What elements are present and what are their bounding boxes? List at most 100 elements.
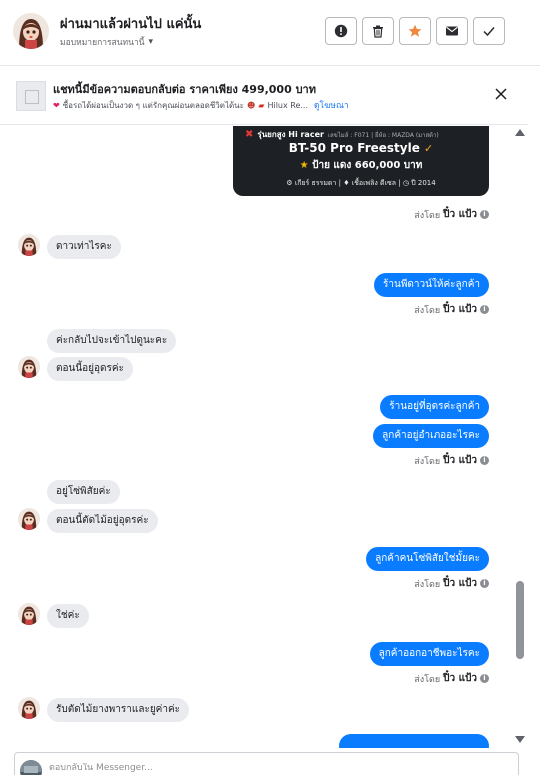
message-incoming[interactable]: รับตัดไม้ยางพาราและยูค่าค่ะ (47, 697, 190, 722)
message-incoming[interactable]: ดาวเท่าไรคะ (47, 234, 121, 259)
message-text: ใช่ค่ะ (47, 604, 89, 628)
sender-label: ส่งโดย (414, 456, 441, 467)
sender-info: ส่งโดย ปิ๋ว แป้ว i (414, 302, 489, 317)
car-model: BT-50 Pro Freestyle ✓ (233, 141, 489, 155)
sender-name: ปิ๋ว แป้ว (443, 209, 477, 220)
info-icon[interactable]: i (480, 579, 489, 588)
chat-scrollbar[interactable] (514, 126, 526, 748)
ad-thumbnail[interactable] (16, 81, 46, 111)
car-model-text: BT-50 Pro Freestyle (288, 141, 420, 155)
scroll-up-arrow-icon[interactable] (515, 129, 525, 136)
sender-name: ปิ๋ว แป้ว (443, 455, 477, 466)
info-icon[interactable]: i (480, 210, 489, 219)
star-button[interactable] (399, 17, 431, 45)
star-icon (408, 24, 422, 37)
pink-hearts-icon: ❤ (53, 100, 60, 110)
view-ad-link[interactable]: ดูโฆษณา (314, 98, 349, 112)
message-text: รับตัดไม้ยางพาราและยูค่าค่ะ (47, 698, 190, 722)
gear-icon: ⚙ (286, 179, 293, 187)
car-card-header: ✖ รุ่นยกสูง Hi racer เลขไมล์ : F071 | ยี… (245, 128, 439, 141)
car-emoji-icon: ▰ (258, 100, 265, 110)
ad-text-part1: ซื้อรถได้ผ่อนเป็นงวด ๆ แต่รักคุณผ่อนตลอด… (62, 100, 244, 110)
sender-info: ส่งโดย ปิ๋ว แป้ว i (414, 453, 489, 468)
assign-conversation-dropdown[interactable]: มอบหมายการสนทนานี้ ▾ (60, 35, 153, 49)
delete-button[interactable] (362, 17, 394, 45)
message-outgoing[interactable]: ลูกค้าอยู่อำเภออะไรคะ (373, 423, 489, 448)
car-gear: เกียร์ ธรรมดา (294, 179, 337, 187)
message-incoming[interactable]: ค่ะกลับไปจะเข้าไปดูนะคะ (47, 328, 177, 353)
info-icon[interactable]: i (480, 456, 489, 465)
close-icon[interactable] (494, 87, 508, 101)
car-price: ★ ป้าย แดง 660,000 บาท (233, 158, 489, 173)
message-outgoing-partial[interactable] (339, 734, 489, 748)
page-avatar (20, 760, 42, 775)
reply-input[interactable] (49, 763, 449, 773)
message-thread: ✖ รุ่นยกสูง Hi racer เลขไมล์ : F071 | ยี… (0, 126, 528, 748)
contact-avatar-small[interactable] (18, 508, 40, 530)
car-fuel: เชื้อเพลิง ดีเซล (351, 179, 397, 187)
message-text: ตอนนี้ตัดไม้อยู่อุดรค่ะ (47, 509, 158, 533)
car-listing-card[interactable]: ✖ รุ่นยกสูง Hi racer เลขไมล์ : F071 | ยี… (233, 126, 489, 196)
message-incoming[interactable]: ใช่ค่ะ (47, 603, 89, 628)
conversation-header: ผ่านมาแล้วผ่านไป แค่นั้น มอบหมายการสนทนา… (0, 0, 540, 66)
fuel-icon: ♦ (343, 179, 350, 187)
mark-done-button[interactable] (473, 17, 505, 45)
message-outgoing[interactable]: ลูกค้าออกอาชีพอะไรคะ (369, 641, 489, 666)
mail-icon (446, 26, 458, 36)
info-icon[interactable]: i (480, 305, 489, 314)
message-incoming[interactable]: ตอนนี้ตัดไม้อยู่อุดรค่ะ (47, 508, 158, 533)
contact-avatar-small[interactable] (18, 603, 40, 625)
message-text: ดาวเท่าไรคะ (47, 235, 121, 259)
car-price-text: ป้าย แดง 660,000 บาท (312, 160, 423, 171)
car-specs: ⚙ เกียร์ ธรรมดา | ♦ เชื้อเพลิง ดีเซล | ◷… (233, 178, 489, 189)
spam-button[interactable] (325, 17, 357, 45)
mark-unread-button[interactable] (436, 17, 468, 45)
check-icon (483, 27, 495, 37)
alert-icon (334, 24, 348, 38)
sender-info: ส่งโดย ปิ๋ว แป้ว i (414, 576, 489, 591)
sender-name: ปิ๋ว แป้ว (443, 578, 477, 589)
contact-avatar-small[interactable] (18, 356, 40, 378)
ad-banner: แชทนี้มีข้อความตอบกลับต่อ ราคาเพียง 499,… (0, 67, 528, 125)
message-outgoing[interactable]: ร้านพีดาวน์ให้ค่ะลูกค้า (374, 272, 489, 297)
car-year: ปี 2014 (411, 179, 436, 187)
sender-label: ส่งโดย (414, 305, 441, 316)
star-icon: ★ (299, 160, 309, 171)
message-text: อยู่โซ่พิสัยค่ะ (47, 480, 120, 504)
calendar-icon: ◷ (402, 179, 409, 187)
message-text: ลูกค้าออกอาชีพอะไรคะ (369, 642, 489, 666)
message-text: ร้านอยู่ที่อุดรค่ะลูกค้า (380, 395, 489, 419)
sender-info: ส่งโดย ปิ๋ว แป้ว i (414, 671, 489, 686)
header-actions (325, 17, 505, 45)
message-outgoing[interactable]: ร้านอยู่ที่อุดรค่ะลูกค้า (380, 394, 489, 419)
scroll-thumb[interactable] (516, 581, 524, 659)
close-mark-icon: ✖ (245, 129, 254, 140)
sender-label: ส่งโดย (414, 674, 441, 685)
contact-name: ผ่านมาแล้วผ่านไป แค่นั้น (60, 17, 202, 32)
message-text: ร้านพีดาวน์ให้ค่ะลูกค้า (374, 273, 489, 297)
message-incoming[interactable]: ตอนนี้อยู่อุดรค่ะ (47, 356, 133, 381)
sender-info: ส่งโดย ปิ๋ว แป้ว i (414, 207, 489, 222)
message-text: ค่ะกลับไปจะเข้าไปดูนะคะ (47, 329, 177, 353)
sender-label: ส่งโดย (414, 579, 441, 590)
sender-name: ปิ๋ว แป้ว (443, 304, 477, 315)
car-card-subtitle: รุ่นยกสูง Hi racer (257, 130, 324, 139)
ad-title: แชทนี้มีข้อความตอบกลับต่อ ราคาเพียง 499,… (53, 83, 316, 96)
message-text: ลูกค้าคนโซ่พิสัยใช่มั้ยคะ (366, 547, 489, 571)
assign-label: มอบหมายการสนทนานี้ (60, 38, 145, 48)
contact-avatar-small[interactable] (18, 234, 40, 256)
face-emoji-icon: ☻ (246, 100, 256, 110)
message-text: ลูกค้าอยู่อำเภออะไรคะ (373, 424, 489, 448)
verified-icon: ✓ (424, 142, 434, 155)
contact-avatar-small[interactable] (18, 697, 40, 719)
sender-label: ส่งโดย (414, 210, 441, 221)
message-outgoing[interactable]: ลูกค้าคนโซ่พิสัยใช่มั้ยคะ (366, 546, 489, 571)
message-incoming[interactable]: อยู่โซ่พิสัยค่ะ (47, 479, 120, 504)
info-icon[interactable]: i (480, 674, 489, 683)
car-card-meta: เลขไมล์ : F071 | ยี่ห้อ : MAZDA (มาสด้า) (327, 131, 439, 139)
reply-composer (14, 752, 519, 775)
scroll-down-arrow-icon[interactable] (515, 736, 525, 743)
ad-text-part2: Hilux Re... (267, 100, 309, 110)
contact-avatar[interactable] (13, 13, 49, 49)
trash-icon (373, 25, 383, 38)
